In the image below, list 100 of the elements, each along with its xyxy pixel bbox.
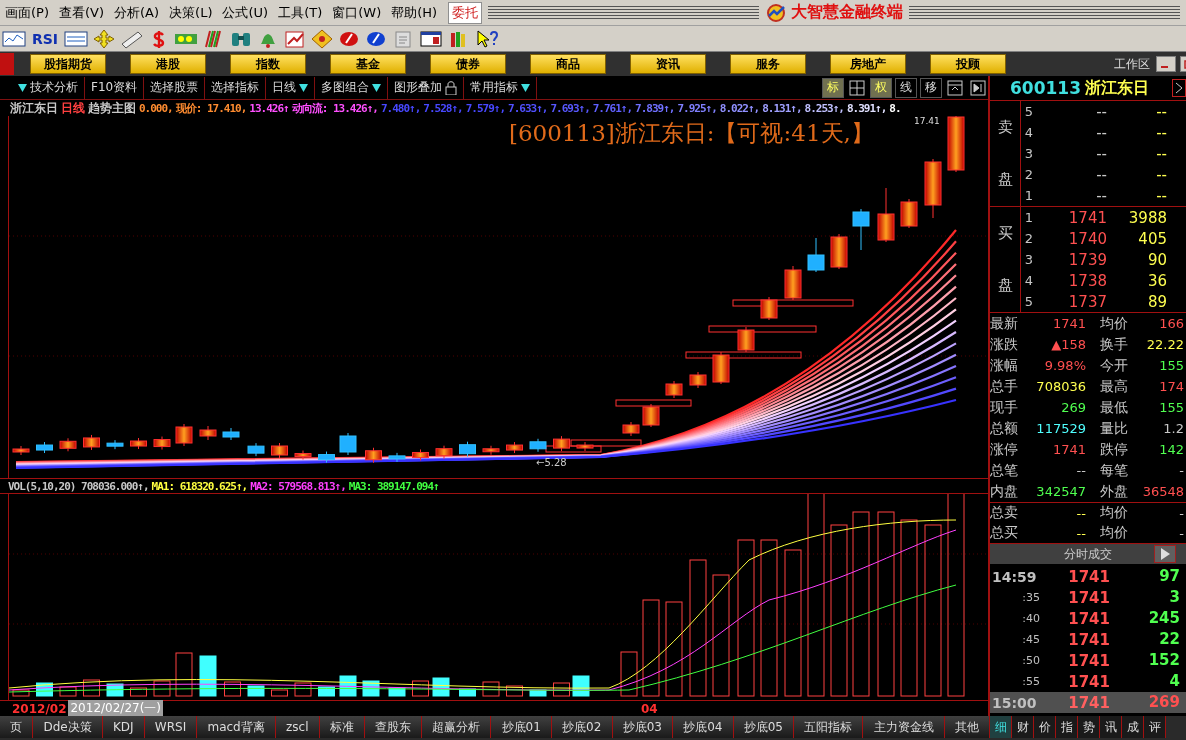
indicator-tab[interactable]: 标准 <box>319 716 365 738</box>
menu-item[interactable]: 分析(A) <box>109 3 165 22</box>
chart-window-icon[interactable] <box>2 28 26 49</box>
panel-icon[interactable] <box>945 77 965 98</box>
tick-row[interactable]: :45 1741 22 <box>990 629 1186 650</box>
workspace-label[interactable]: 工作区 <box>1114 55 1150 73</box>
indicator-tab[interactable]: 抄底04 <box>673 716 734 738</box>
level-number: 3 <box>1023 146 1035 161</box>
indicator-tab[interactable]: 主力资金线 <box>863 716 945 738</box>
nav-button[interactable]: 商品 <box>530 54 606 74</box>
chart-menu-button[interactable]: F10资料 <box>85 76 145 99</box>
stat-value: -- <box>1076 525 1086 541</box>
toggle-button[interactable]: 权 <box>870 77 892 98</box>
chart-menu-button[interactable]: 多图组合 <box>315 76 389 99</box>
indicator-tab[interactable]: zscl <box>275 716 320 738</box>
nav-button[interactable]: 基金 <box>330 54 406 74</box>
date-label: 2012/02 <box>11 701 68 716</box>
menu-item[interactable]: 工具(T) <box>273 3 328 22</box>
indicator-tab[interactable]: 页 <box>0 716 34 738</box>
toggle-button[interactable]: 移 <box>920 77 942 98</box>
indicator-tab[interactable]: macd背离 <box>197 716 276 738</box>
candle <box>553 435 570 452</box>
chart-menu-button[interactable]: 常用指标 <box>464 76 538 99</box>
tick-row[interactable]: :50 1741 152 <box>990 650 1186 671</box>
panel-tab[interactable]: 评 <box>1144 716 1166 738</box>
menu-item[interactable]: 决策(L) <box>164 3 218 22</box>
nav-button[interactable]: 债券 <box>430 54 506 74</box>
tick-row[interactable]: :55 1741 4 <box>990 671 1186 692</box>
menu-item[interactable]: 公式(U) <box>217 3 274 22</box>
grid-icon[interactable] <box>847 77 867 98</box>
panel-tab[interactable]: 细 <box>990 716 1012 738</box>
rsi-button[interactable]: RSI <box>31 30 60 47</box>
legend-text: 13.426↑ <box>249 101 289 115</box>
tick-time: :40 <box>1021 612 1040 625</box>
panel-tab[interactable]: 价 <box>1034 716 1056 738</box>
indicator-tab[interactable]: 五阳指标 <box>794 716 864 738</box>
order-volume: 3988 <box>1127 208 1167 227</box>
indicator-tab[interactable]: 查股东 <box>364 716 423 738</box>
toggle-button[interactable]: 标 <box>822 77 844 98</box>
nav-button[interactable]: 房地产 <box>830 54 906 74</box>
nav-button[interactable]: 投顾 <box>930 54 1006 74</box>
tick-row[interactable]: :35 1741 3 <box>990 587 1186 608</box>
nav-button[interactable]: 股指期货 <box>30 54 106 74</box>
diamond-icon[interactable] <box>311 28 334 49</box>
move-icon[interactable] <box>93 28 116 49</box>
menu-item[interactable]: 查看(V) <box>54 3 110 22</box>
volume-bar <box>482 681 500 697</box>
stat-value: 117529 <box>1036 421 1086 436</box>
chart-menu-button[interactable]: 选择股票 <box>144 76 206 99</box>
indicator-tab[interactable]: WRSI <box>144 716 198 738</box>
tick-row[interactable]: :40 1741 245 <box>990 608 1186 629</box>
volume-bar <box>318 686 335 697</box>
chart-menu-button[interactable]: 选择指标 <box>205 76 267 99</box>
menu-item[interactable]: 帮助(H) <box>386 3 443 22</box>
nav-button[interactable]: 资讯 <box>630 54 706 74</box>
indicator-tab[interactable]: 抄底01 <box>491 716 552 738</box>
nav-button[interactable]: 指数 <box>230 54 306 74</box>
candle <box>412 448 429 461</box>
window-icon[interactable] <box>419 28 444 49</box>
panel-tab[interactable]: 势 <box>1078 716 1100 738</box>
indicator-tab[interactable]: 抄底03 <box>612 716 674 738</box>
chart-menu-button[interactable]: 技术分析 <box>12 76 85 99</box>
panel-tab[interactable]: 成 <box>1122 716 1144 738</box>
indicator-tab[interactable]: 抄底05 <box>733 716 795 738</box>
candle <box>318 451 335 464</box>
stat-label: 内盘 <box>990 482 1018 501</box>
legend-text: 现价: 17.410, <box>175 100 247 116</box>
play-icon[interactable] <box>1154 545 1176 563</box>
legend-text: 8.391↑, <box>846 101 887 115</box>
indicator-tab[interactable]: 抄底02 <box>551 716 613 738</box>
nav-button[interactable]: 港股 <box>130 54 206 74</box>
order-button[interactable]: 委托 <box>448 1 483 24</box>
indicator-tab[interactable]: Dde决策 <box>33 716 103 738</box>
chart-window-icon[interactable] <box>64 28 89 49</box>
chart-menu-button[interactable]: 图形叠加 <box>388 76 465 99</box>
volume-bar <box>59 686 77 697</box>
panel-tab[interactable]: 指 <box>1056 716 1078 738</box>
volume-bar <box>12 689 30 697</box>
candle <box>271 442 288 459</box>
expand-icon[interactable] <box>1172 79 1186 97</box>
indicator-tab[interactable]: KDJ <box>102 716 145 738</box>
menu-item[interactable]: 画面(P) <box>0 3 54 22</box>
tick-row[interactable]: 14:59 1741 97 <box>990 566 1186 587</box>
level-number: 3 <box>1023 252 1035 267</box>
chart-menu-button[interactable]: 日线 <box>266 76 316 99</box>
menu-item[interactable]: 窗口(W) <box>327 3 387 22</box>
help-pointer-icon[interactable] <box>475 28 500 49</box>
order-volume: 36 <box>1146 271 1167 290</box>
indicator-tab[interactable]: 其他 <box>944 716 990 738</box>
toggle-button[interactable]: 线 <box>895 77 917 98</box>
next-icon[interactable] <box>968 77 988 98</box>
indicator-tab[interactable]: 超赢分析 <box>422 716 492 738</box>
tick-row[interactable]: 15:00 1741 269 <box>990 692 1186 713</box>
minimize-icon[interactable] <box>1156 56 1176 72</box>
panel-tab[interactable]: 财 <box>1012 716 1034 738</box>
candle <box>760 296 778 321</box>
panel-tab[interactable]: 讯 <box>1100 716 1122 738</box>
nav-button[interactable]: 服务 <box>730 54 806 74</box>
candle <box>947 116 965 173</box>
legend-text: 7.839↑, <box>635 101 675 115</box>
